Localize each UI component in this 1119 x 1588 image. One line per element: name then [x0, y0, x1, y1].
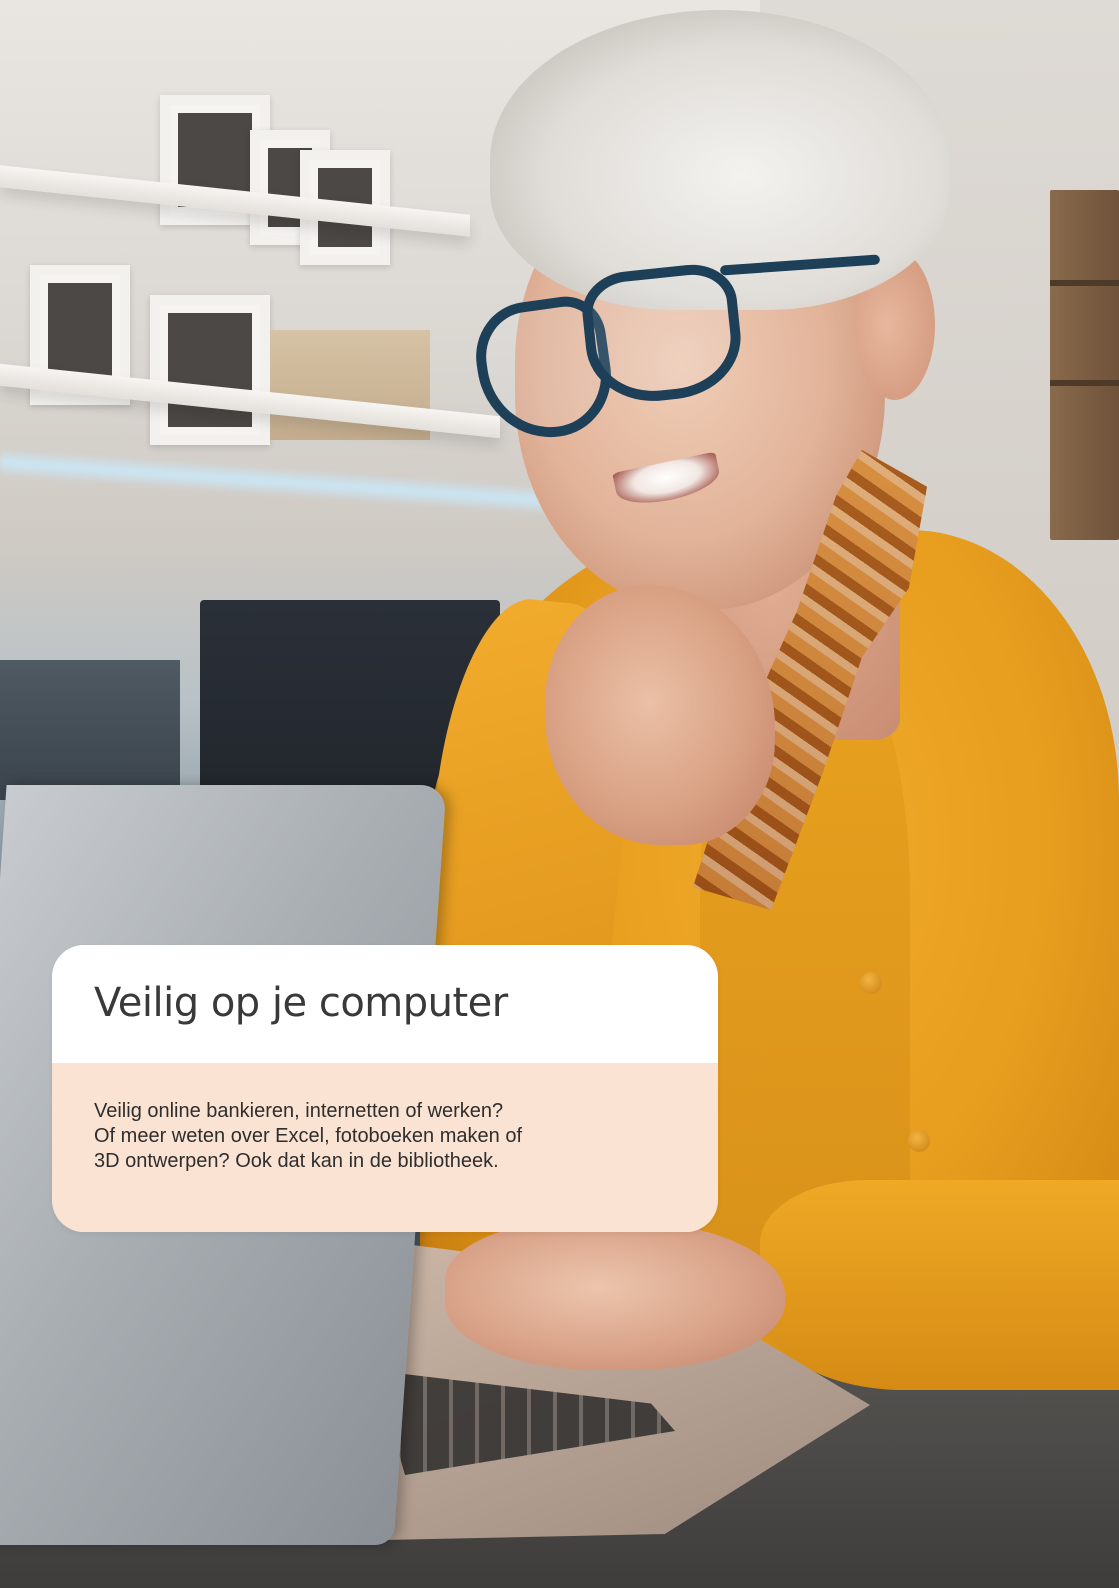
card-description-line: Veilig online bankieren, internetten of … — [94, 1100, 504, 1122]
card-title: Veilig op je computer — [94, 980, 508, 1026]
picture-frame — [150, 295, 270, 445]
hands — [445, 1220, 785, 1370]
bookcase-shelf — [1050, 380, 1119, 386]
card-description-line: Of meer weten over Excel, fotoboeken mak… — [94, 1125, 522, 1147]
cardigan-button — [908, 1130, 930, 1152]
card-body: Veilig online bankieren, internetten of … — [52, 1063, 718, 1232]
sleeve — [760, 1180, 1119, 1390]
background-monitor — [0, 660, 180, 800]
card-description: Veilig online bankieren, internetten of … — [94, 1099, 674, 1174]
hair — [490, 10, 950, 310]
cardigan-button — [860, 972, 882, 994]
info-card: Veilig op je computer Veilig online bank… — [52, 945, 718, 1232]
background-photo — [0, 0, 1119, 1588]
card-header: Veilig op je computer — [52, 945, 718, 1063]
card-description-line: 3D ontwerpen? Ook dat kan in de biblioth… — [94, 1150, 499, 1172]
bookcase — [1050, 190, 1119, 540]
bookcase-shelf — [1050, 280, 1119, 286]
